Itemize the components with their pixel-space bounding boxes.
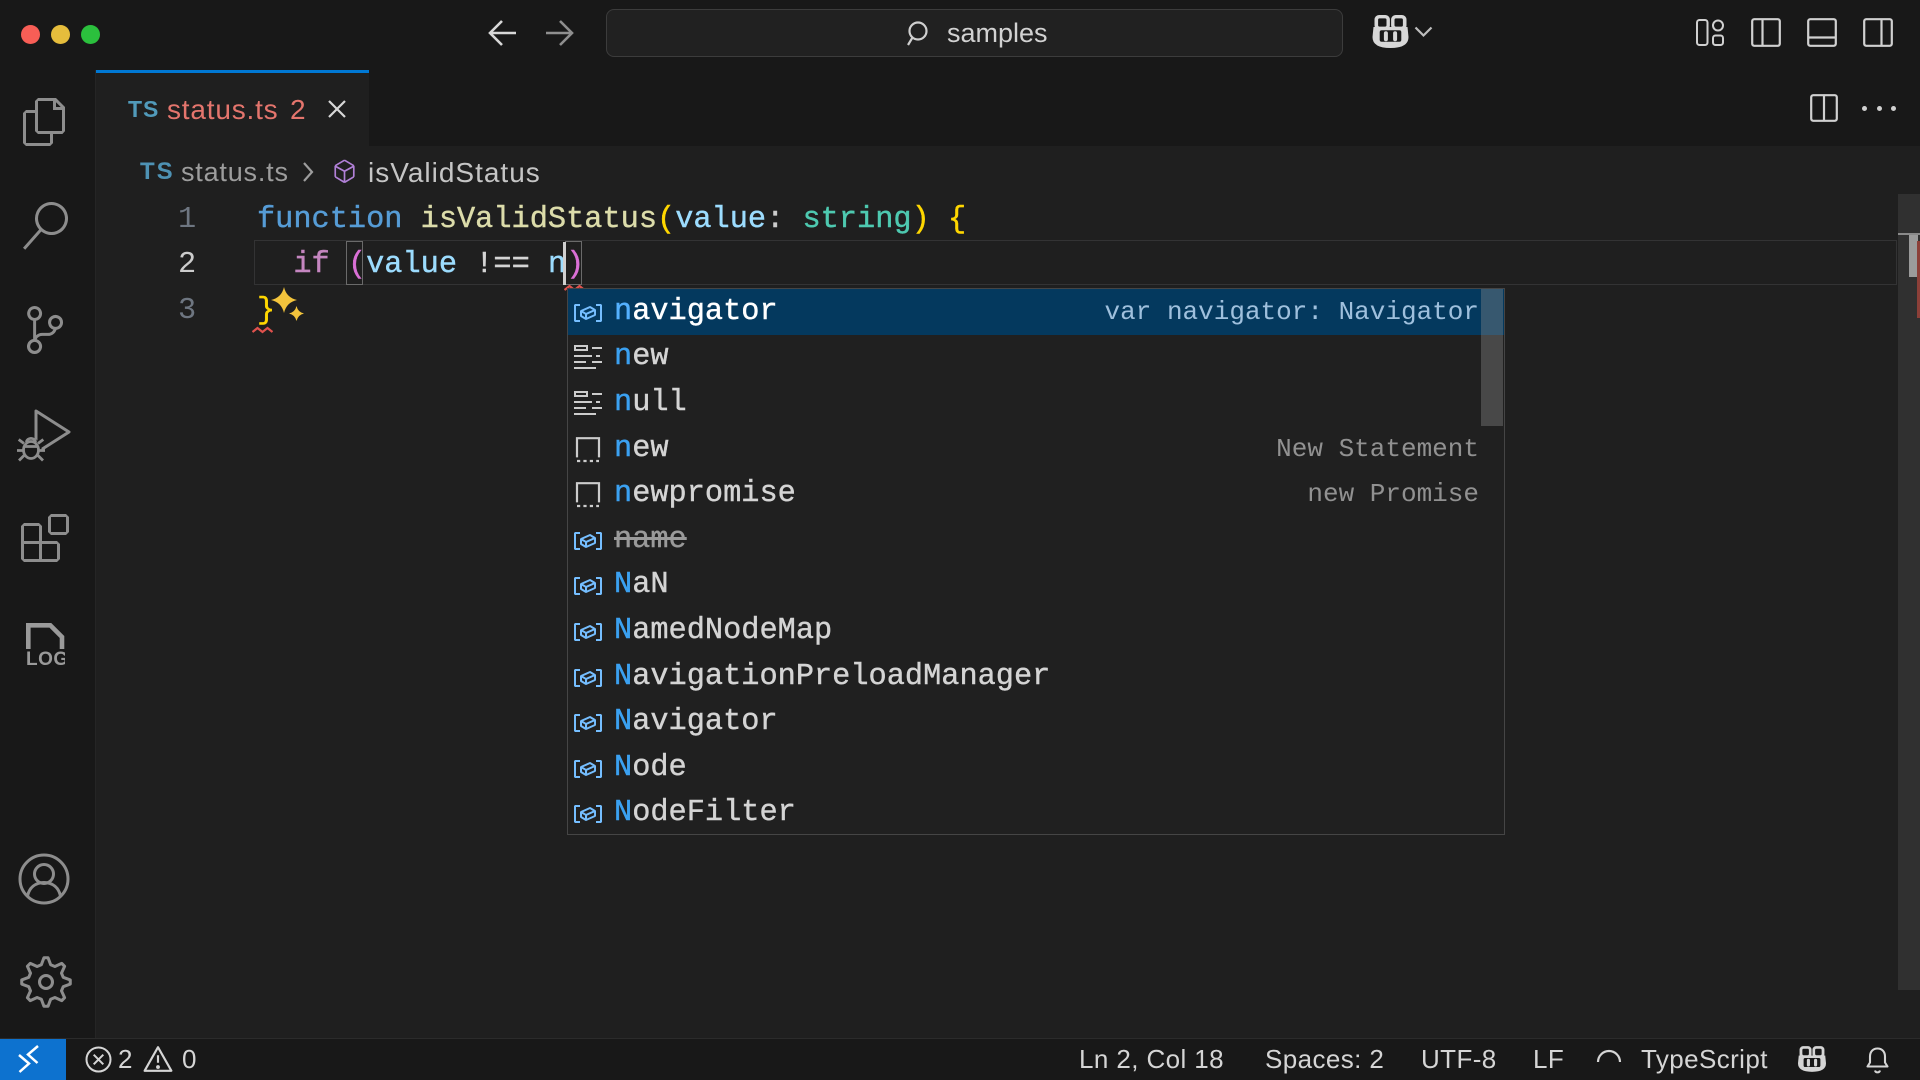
- svg-text:LOG: LOG: [26, 649, 65, 668]
